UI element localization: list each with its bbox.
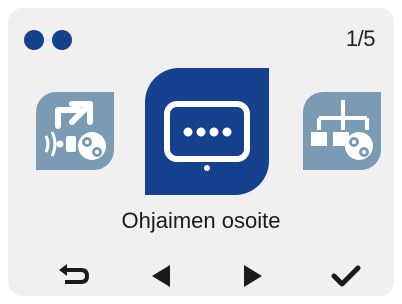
status-dot bbox=[24, 30, 44, 50]
previous-button[interactable] bbox=[141, 260, 181, 292]
back-button[interactable] bbox=[54, 260, 94, 292]
network-tree-gear-icon bbox=[311, 100, 373, 160]
confirm-button[interactable] bbox=[326, 260, 366, 292]
status-dot bbox=[52, 30, 72, 50]
back-arrow-icon bbox=[59, 264, 90, 284]
selected-item-label: Ohjaimen osoite bbox=[121, 208, 281, 233]
next-button[interactable] bbox=[233, 260, 273, 292]
status-dots bbox=[24, 30, 72, 50]
checkmark-icon bbox=[331, 265, 361, 287]
carousel-item-previous[interactable] bbox=[36, 92, 114, 170]
triangle-left-icon bbox=[152, 265, 170, 287]
page-indicator: 1/5 bbox=[345, 26, 376, 51]
display-dots-icon bbox=[164, 101, 250, 171]
triangle-right-icon bbox=[244, 265, 262, 287]
carousel-item-next[interactable] bbox=[303, 92, 381, 170]
carousel-item-selected[interactable] bbox=[145, 68, 269, 195]
device-screen: 1/5 Ohjaimen osoite bbox=[8, 8, 394, 296]
remote-config-gear-icon bbox=[44, 101, 106, 160]
